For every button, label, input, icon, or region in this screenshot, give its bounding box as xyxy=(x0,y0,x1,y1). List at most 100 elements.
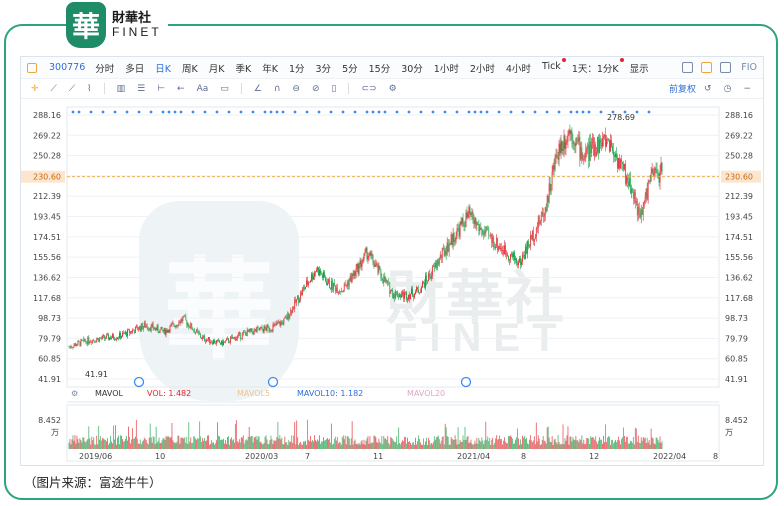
period-tab[interactable]: 1分 xyxy=(289,61,305,75)
period-tab[interactable]: 30分 xyxy=(401,61,423,75)
volume-bar xyxy=(413,442,414,449)
ray-tool-icon[interactable]: ⟋ xyxy=(69,84,75,94)
candle-body xyxy=(410,294,411,299)
period-tab[interactable]: 2小时 xyxy=(470,61,495,75)
candle-body xyxy=(210,341,211,343)
volume-bar xyxy=(589,444,591,449)
volume-bar xyxy=(652,438,654,449)
period-tab[interactable]: 3分 xyxy=(316,61,332,75)
channel-tool-icon[interactable]: ▥ xyxy=(117,84,126,94)
candle-body xyxy=(97,338,99,340)
candle-body xyxy=(216,340,217,344)
volume-bar xyxy=(260,441,262,449)
volume-bar xyxy=(317,439,318,449)
fib-tool-icon[interactable]: ☰ xyxy=(137,84,145,94)
volume-bar xyxy=(313,441,314,449)
candle-body xyxy=(565,142,567,149)
volume-bar xyxy=(176,441,178,449)
candle-body xyxy=(244,332,246,334)
period-tab[interactable]: 多日 xyxy=(125,61,144,75)
volume-bar xyxy=(153,437,155,449)
period-tab[interactable]: 分时 xyxy=(95,61,114,75)
period-tab[interactable]: 1天：1分K xyxy=(572,57,624,75)
fio-button[interactable]: FIO xyxy=(741,62,757,73)
volume-bar xyxy=(536,441,538,449)
kline-chart[interactable]: 288.16288.16269.22269.22250.28250.28231.… xyxy=(21,101,763,465)
text-tool[interactable]: Aa xyxy=(197,84,209,94)
pen-icon[interactable] xyxy=(701,62,713,73)
eraser-icon[interactable]: ∠ xyxy=(254,84,262,94)
volume-bar xyxy=(505,441,506,449)
volume-bar xyxy=(218,435,219,449)
reset-icon[interactable]: ◷ xyxy=(724,84,732,94)
candle-body xyxy=(223,341,224,346)
volume-bar xyxy=(431,444,433,449)
candle-body xyxy=(181,319,183,322)
period-tab[interactable]: 15分 xyxy=(369,61,391,75)
line-tool-icon[interactable]: ⟋ xyxy=(51,84,57,94)
volume-bar xyxy=(129,443,131,449)
candle-body xyxy=(324,272,325,278)
volume-bar xyxy=(401,442,403,449)
hide-icon[interactable]: ⊘ xyxy=(312,84,320,94)
stock-code[interactable]: 300776 xyxy=(49,62,85,73)
candle-body xyxy=(346,282,348,286)
period-tab[interactable]: 季K xyxy=(236,61,252,75)
lock-icon[interactable]: ⊖ xyxy=(292,84,300,94)
volume-bar xyxy=(603,435,604,449)
candle-body xyxy=(435,262,437,268)
volume-bar xyxy=(300,441,302,449)
link-icon[interactable]: ⊂⊃ xyxy=(361,84,376,94)
period-tab[interactable]: 1小时 xyxy=(434,61,459,75)
crosshair-icon[interactable]: ✛ xyxy=(31,84,39,94)
drawing-toolbar: ✛ ⟋ ⟋ ⌇ ▥ ☰ ⊢ ← Aa ▭ ∠ ∩ ⊖ ⊘ ▯ ⊂⊃ ⚙ 前复权 … xyxy=(21,79,763,99)
candle-body xyxy=(593,137,595,156)
volume-bar xyxy=(637,435,639,449)
period-tab[interactable]: 日K xyxy=(155,61,171,75)
sidebar-toggle-icon[interactable] xyxy=(27,62,37,73)
volume-bar xyxy=(108,444,109,449)
candle-body xyxy=(407,299,408,300)
volume-bar xyxy=(517,428,518,449)
volume-bar xyxy=(437,435,439,449)
minus-icon[interactable]: − xyxy=(743,84,751,94)
event-dot xyxy=(137,110,141,114)
period-tab[interactable]: Tick xyxy=(542,57,566,75)
volume-bar xyxy=(343,439,345,449)
volume-bar xyxy=(185,442,187,449)
period-tab[interactable]: 月K xyxy=(209,61,225,75)
candle-body xyxy=(72,347,74,348)
volume-bar xyxy=(396,436,398,449)
candle-body xyxy=(279,321,281,326)
period-tab[interactable]: 显示 xyxy=(630,61,649,75)
volume-bar xyxy=(531,442,533,449)
volume-bar xyxy=(128,436,130,449)
undo-icon[interactable]: ↺ xyxy=(704,84,712,94)
expand-icon[interactable] xyxy=(720,62,732,73)
candle-body xyxy=(409,294,410,299)
candle-body xyxy=(239,332,241,339)
period-tab[interactable]: 年K xyxy=(262,61,278,75)
magnet-icon[interactable]: ∩ xyxy=(274,84,281,94)
period-tab[interactable]: 4小时 xyxy=(506,61,531,75)
volume-bar xyxy=(658,442,660,449)
polyline-tool-icon[interactable]: ⌇ xyxy=(87,84,91,94)
candle-body xyxy=(483,230,485,235)
note-tool-icon[interactable]: ▭ xyxy=(220,84,229,94)
period-tab[interactable]: 周K xyxy=(182,61,198,75)
arrow-tool-icon[interactable]: ← xyxy=(177,84,185,94)
candle-body xyxy=(498,246,500,250)
settings-icon[interactable]: ⚙ xyxy=(389,84,397,94)
y-tick-left: 60.85 xyxy=(38,355,61,364)
period-tab[interactable]: 5分 xyxy=(342,61,358,75)
camera-icon[interactable] xyxy=(682,62,694,73)
candle-body xyxy=(277,322,279,324)
restore-button[interactable]: 前复权 xyxy=(669,82,696,95)
candle-body xyxy=(495,245,497,249)
volume-bar xyxy=(375,437,377,449)
chart-area[interactable]: 華 財華社 FINET 288.16 288.16 269.22 269.22 250.… xyxy=(21,101,763,465)
candle-body xyxy=(69,346,71,347)
measure-tool-icon[interactable]: ⊢ xyxy=(157,84,165,94)
volume-bar xyxy=(86,440,88,449)
trash-icon[interactable]: ▯ xyxy=(332,84,337,94)
